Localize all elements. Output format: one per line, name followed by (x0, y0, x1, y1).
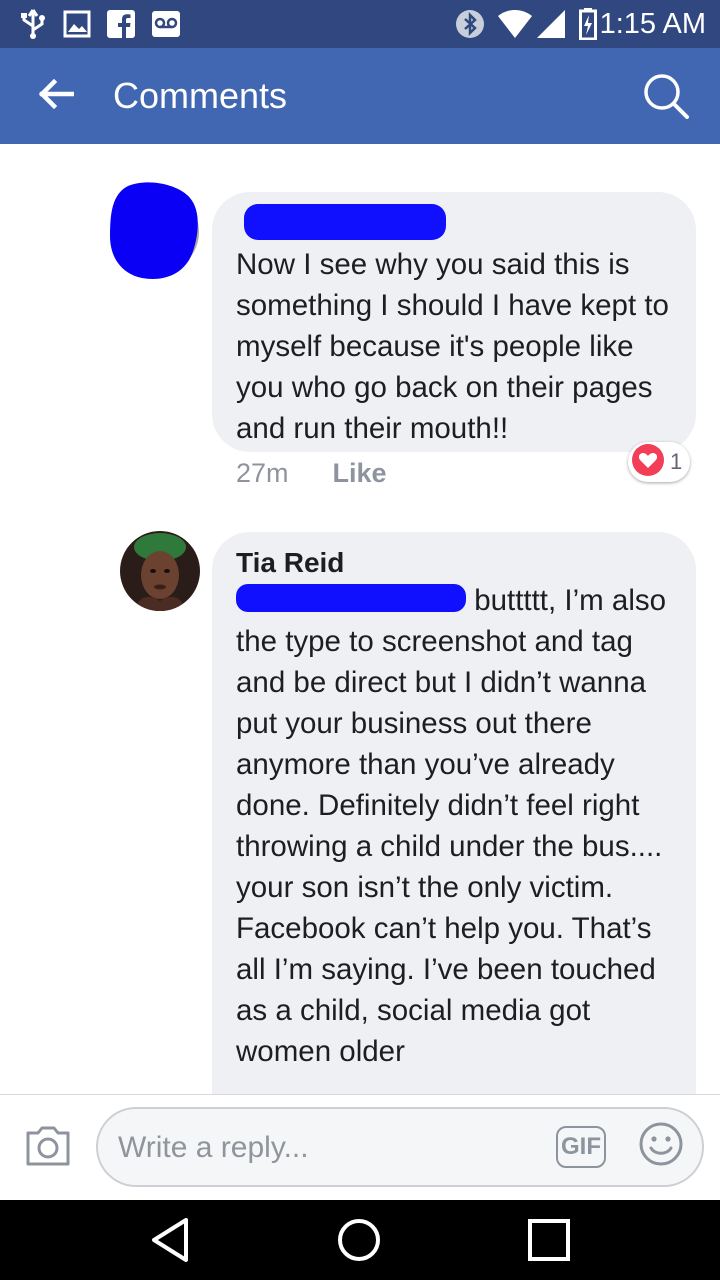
signal-icon (536, 8, 566, 40)
comment-time: 27m (236, 458, 289, 488)
like-button[interactable]: Like (333, 458, 387, 489)
reply-placeholder: Write a reply... (118, 1131, 309, 1164)
reaction-count: 1 (670, 449, 683, 474)
status-time: 1:15 AM (599, 8, 706, 40)
avatar[interactable] (120, 531, 200, 611)
gif-button[interactable]: GIF (556, 1126, 606, 1168)
comment-text: Now I see why you said this is something… (236, 248, 669, 445)
image-icon (62, 8, 92, 40)
comments-list: Now I see why you said this is something… (0, 144, 720, 1094)
nav-back-button[interactable] (140, 1212, 200, 1272)
reply-input[interactable]: Write a reply... GIF (96, 1107, 704, 1187)
voicemail-icon (150, 8, 182, 40)
avatar[interactable] (108, 180, 200, 282)
search-button[interactable] (638, 70, 694, 126)
home-circle-icon (335, 1216, 383, 1269)
emoji-button[interactable] (636, 1121, 686, 1171)
reply-bar: Write a reply... GIF (0, 1094, 720, 1200)
status-bar: 1:15 AM (0, 0, 720, 48)
nav-home-button[interactable] (329, 1212, 389, 1272)
reaction-badge[interactable]: 1 (628, 442, 691, 482)
comment-author[interactable]: Tia Reid (236, 546, 672, 580)
navigation-bar (0, 1200, 720, 1280)
wifi-icon (498, 8, 532, 40)
heart-icon (632, 443, 664, 481)
comment-meta: 27m Like (236, 458, 387, 489)
comment-bubble: Tia Reid buttttt, I’m also the type to s… (212, 532, 696, 1094)
back-triangle-icon (148, 1216, 192, 1269)
arrow-left-icon (38, 78, 75, 114)
comment-text-body: buttttt, I’m also the type to screenshot… (236, 584, 667, 1068)
usb-icon (18, 8, 48, 40)
back-button[interactable] (28, 68, 84, 124)
battery-icon (578, 8, 598, 40)
facebook-icon (106, 8, 136, 40)
camera-icon (24, 1125, 72, 1172)
comment-text: buttttt, I’m also the type to screenshot… (236, 580, 672, 1072)
camera-button[interactable] (20, 1120, 76, 1176)
page-title: Comments (113, 75, 288, 116)
redaction-mark (244, 204, 446, 240)
app-bar: Comments (0, 48, 720, 144)
bluetooth-icon (454, 8, 486, 40)
redaction-mark (236, 584, 466, 612)
nav-recents-button[interactable] (519, 1212, 579, 1272)
recents-square-icon (527, 1218, 571, 1267)
search-icon (642, 72, 690, 125)
emoji-icon (638, 1121, 684, 1172)
